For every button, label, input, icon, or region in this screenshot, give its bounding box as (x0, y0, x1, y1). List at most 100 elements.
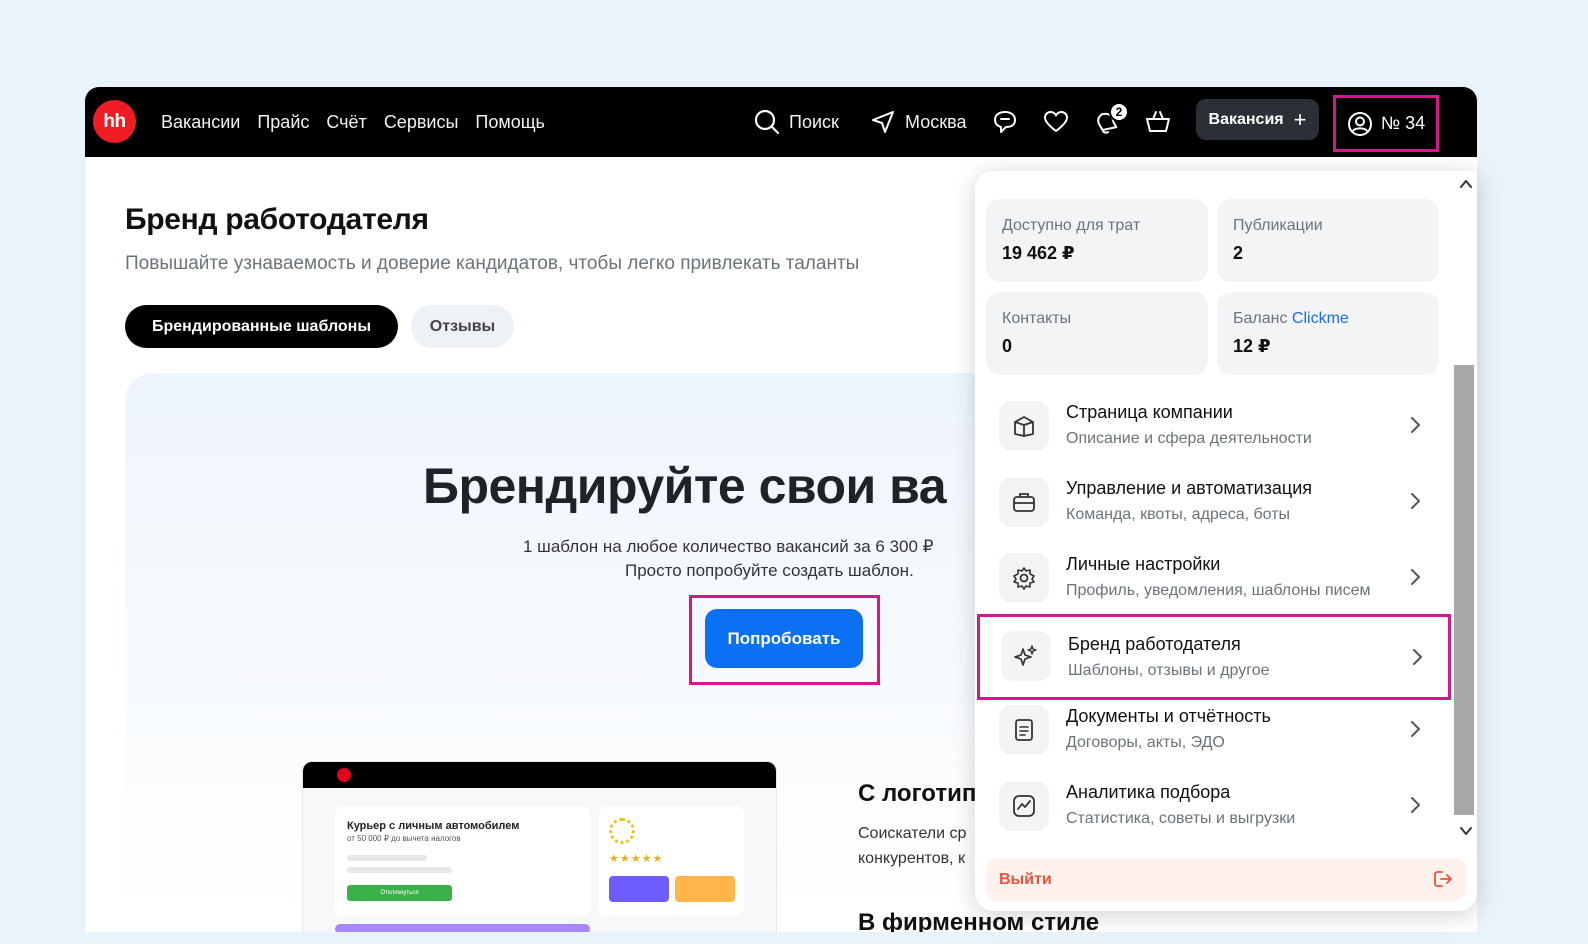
menu-item-title: Управление и автоматизация (1066, 478, 1313, 498)
chevron-right-icon (1411, 569, 1420, 585)
mockup-stars: ★★★★★ (609, 853, 664, 865)
scroll-down-arrow-icon[interactable] (1458, 823, 1474, 839)
mockup-sun-icon (609, 818, 635, 844)
menu-item-title: Бренд работодателя (1068, 634, 1241, 654)
mockup-chip (675, 876, 735, 902)
cart-button[interactable] (1144, 87, 1172, 157)
building-icon (999, 401, 1049, 451)
chat-icon (991, 108, 1019, 136)
template-preview-mockup: Курьер с личным автомобилем от 50 000 ₽ … (302, 761, 777, 932)
feature-heading: С логотип (858, 780, 977, 807)
menu-item-subtitle: Команда, квоты, адреса, боты (1066, 506, 1291, 523)
bell-icon: 2 (1093, 102, 1129, 136)
stat-clickme-balance[interactable]: Баланс Clickme 12 ₽ (1217, 292, 1439, 375)
stat-label: Контакты (1002, 310, 1072, 327)
heart-icon (1042, 108, 1070, 136)
stat-available-funds[interactable]: Доступно для трат 19 462 ₽ (986, 199, 1208, 282)
mockup-placeholder-line (347, 867, 452, 873)
main-nav: Вакансии Прайс Счёт Сервисы Помощь (161, 87, 545, 157)
mockup-header (303, 762, 776, 788)
menu-item-title: Документы и отчётность (1066, 706, 1271, 726)
feature-heading-2: В фирменном стиле (858, 909, 1100, 932)
stat-label: Доступно для трат (1002, 217, 1141, 234)
chevron-right-icon (1413, 649, 1422, 665)
scrollbar-thumb[interactable] (1454, 365, 1474, 815)
mockup-logo-dot (337, 768, 351, 782)
chart-icon (999, 781, 1049, 831)
stat-value: 2 (1233, 243, 1244, 263)
nav-price[interactable]: Прайс (257, 112, 309, 133)
chevron-right-icon (1411, 493, 1420, 509)
location-arrow-icon (869, 108, 897, 136)
logout-button[interactable]: Выйти (986, 858, 1466, 901)
chevron-right-icon (1411, 797, 1420, 813)
menu-item-personal-settings[interactable]: Личные настройки Профиль, уведомления, ш… (975, 541, 1453, 617)
menu-item-subtitle: Профиль, уведомления, шаблоны писем (1066, 582, 1371, 599)
chevron-right-icon (1411, 721, 1420, 737)
mockup-strip (335, 924, 590, 932)
account-dropdown: Доступно для трат 19 462 ₽ Публикации 2 … (975, 171, 1477, 911)
stat-value: 0 (1002, 336, 1013, 356)
try-button[interactable]: Попробовать (705, 609, 863, 668)
chevron-right-icon (1411, 417, 1420, 433)
account-number: № 34 (1380, 113, 1426, 133)
menu-item-documents[interactable]: Документы и отчётность Договоры, акты, Э… (975, 693, 1453, 769)
document-icon (999, 705, 1049, 755)
nav-services[interactable]: Сервисы (384, 112, 459, 133)
stat-contacts[interactable]: Контакты 0 (986, 292, 1208, 375)
tab-reviews[interactable]: Отзывы (411, 305, 514, 348)
scroll-up-arrow-icon[interactable] (1458, 176, 1474, 192)
stat-value: 12 ₽ (1233, 336, 1271, 356)
briefcase-icon (999, 477, 1049, 527)
page-subtitle: Повышайте узнаваемость и доверие кандида… (125, 253, 860, 274)
menu-item-management[interactable]: Управление и автоматизация Команда, квот… (975, 465, 1453, 541)
sparkle-icon (1001, 631, 1051, 681)
mockup-chip (609, 876, 669, 902)
plus-icon: + (1293, 106, 1307, 132)
mockup-brand-card: ★★★★★ (599, 806, 744, 916)
nav-invoice[interactable]: Счёт (326, 112, 366, 133)
search-button[interactable]: Поиск (753, 87, 839, 157)
menu-item-employer-brand[interactable]: Бренд работодателя Шаблоны, отзывы и дру… (977, 614, 1451, 700)
top-navigation-bar: hh Вакансии Прайс Счёт Сервисы Помощь По… (85, 87, 1477, 157)
create-vacancy-button[interactable]: Вакансия + (1196, 99, 1319, 140)
menu-item-analytics[interactable]: Аналитика подбора Статистика, советы и в… (975, 769, 1453, 845)
hero-price-line: 1 шаблон на любое количество вакансий за… (523, 537, 934, 556)
stat-label: Публикации (1233, 217, 1323, 234)
tab-branded-templates[interactable]: Брендированные шаблоны (125, 305, 398, 348)
logout-label: Выйти (999, 870, 1052, 888)
logout-icon (1434, 871, 1452, 887)
hh-logo[interactable]: hh (93, 100, 136, 143)
menu-item-subtitle: Статистика, советы и выгрузки (1066, 810, 1296, 827)
chat-button[interactable] (991, 87, 1019, 157)
search-label: Поиск (789, 111, 839, 132)
menu-item-subtitle: Шаблоны, отзывы и другое (1068, 662, 1270, 679)
stat-value: 19 462 ₽ (1002, 243, 1075, 263)
mockup-apply-button: Откликнуться (347, 885, 452, 901)
notifications-button[interactable]: 2 (1093, 87, 1129, 157)
mockup-vacancy-card: Курьер с личным автомобилем от 50 000 ₽ … (335, 806, 590, 916)
stat-label: Баланс Clickme (1233, 310, 1423, 328)
search-icon (753, 108, 781, 136)
city-label: Москва (905, 111, 967, 132)
menu-item-subtitle: Описание и сфера деятельности (1066, 430, 1312, 447)
create-vacancy-label: Вакансия (1208, 110, 1284, 128)
basket-icon (1144, 108, 1172, 136)
nav-help[interactable]: Помощь (475, 112, 545, 133)
clickme-link[interactable]: Clickme (1292, 310, 1349, 327)
hero-title: Брендируйте свои ва (423, 458, 947, 514)
menu-item-title: Страница компании (1066, 402, 1233, 422)
city-selector[interactable]: Москва (869, 87, 966, 157)
favorites-button[interactable] (1042, 87, 1070, 157)
menu-item-company-page[interactable]: Страница компании Описание и сфера деяте… (975, 389, 1453, 465)
notifications-badge: 2 (1109, 102, 1129, 122)
nav-vacancies[interactable]: Вакансии (161, 112, 240, 133)
hero-try-line: Просто попробуйте создать шаблон. (625, 561, 914, 580)
menu-item-title: Личные настройки (1066, 554, 1221, 574)
stat-publications[interactable]: Публикации 2 (1217, 199, 1439, 282)
user-icon (1347, 111, 1373, 137)
account-menu-button[interactable]: № 34 (1333, 95, 1439, 152)
mockup-card-salary: от 50 000 ₽ до вычета налогов (347, 834, 461, 843)
page-title: Бренд работодателя (125, 203, 429, 236)
mockup-placeholder-line (347, 855, 427, 861)
